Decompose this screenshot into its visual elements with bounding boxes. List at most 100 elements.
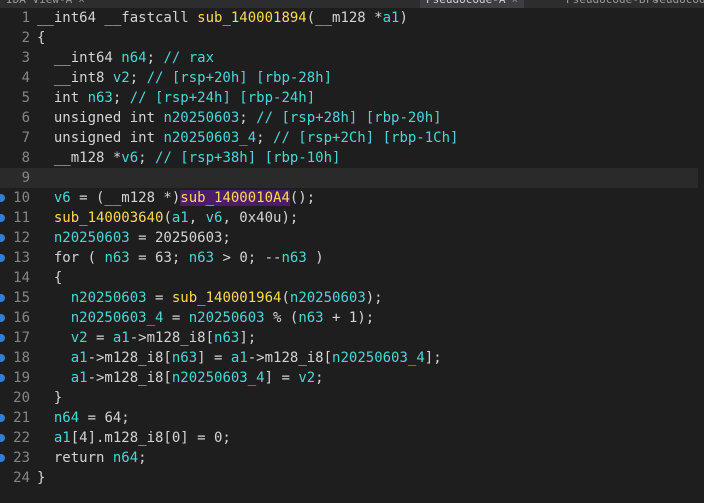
code-line[interactable]: 12 n20250603 = 20250603; (0, 228, 704, 248)
code-line[interactable]: 10 v6 = (__m128 *)sub_1400010A4(); (0, 188, 704, 208)
function-name[interactable]: sub_140003640 (54, 210, 164, 226)
code-line[interactable]: 1 __int64 __fastcall sub_140001894(__m128… (0, 8, 704, 28)
code-line[interactable]: 3 __int64 n64; // rax (0, 48, 704, 68)
code-token: ; (112, 90, 130, 106)
code-line[interactable]: 11 sub_140003640(a1, v6, 0x40u); (0, 208, 704, 228)
variable-name[interactable]: a1 (172, 210, 189, 226)
variable-name[interactable]: n20250603 (163, 110, 239, 126)
code-line[interactable]: 22 a1[4].m128_i8[0] = 0; (0, 428, 704, 448)
variable-name[interactable]: n20250603 (71, 290, 147, 306)
variable-name[interactable]: n20250603_4 (71, 310, 164, 326)
code-line[interactable]: 9 (0, 168, 704, 188)
code-token: { (37, 270, 63, 286)
code-text: { (37, 28, 45, 48)
variable-name[interactable]: n20250603_4 (163, 130, 256, 146)
variable-name[interactable]: a1 (54, 430, 71, 446)
code-token: ( (163, 210, 172, 226)
variable-name[interactable]: v2 (71, 330, 88, 346)
line-number: 12 (13, 230, 30, 246)
tab-ida-view-a[interactable]: IDA View-A × (0, 0, 91, 8)
variable-name[interactable]: v6 (54, 190, 71, 206)
line-number: 18 (13, 350, 30, 366)
variable-name[interactable]: n20250603_4 (332, 350, 425, 366)
code-token: ] = (197, 350, 231, 366)
code-line[interactable]: 18 a1->m128_i8[n63] = a1->m128_i8[n20250… (0, 348, 704, 368)
close-icon[interactable]: × (78, 0, 85, 6)
function-name[interactable]: sub_140001894 (197, 10, 307, 26)
variable-name[interactable]: n20250603 (189, 310, 265, 326)
line-number: 5 (21, 90, 30, 106)
vertical-scrollbar[interactable] (698, 8, 704, 503)
code-line[interactable]: 2{ (0, 28, 704, 48)
variable-name[interactable]: v6 (206, 210, 223, 226)
code-token: ->m128_i8[ (87, 370, 172, 386)
code-line[interactable]: 8 __m128 *v6; // [rsp+38h] [rbp-10h] (0, 148, 704, 168)
variable-name[interactable]: n20250603 (290, 290, 366, 306)
code-token: ] = (264, 370, 299, 386)
variable-name[interactable]: n64 (113, 450, 138, 466)
code-line[interactable]: 17 v2 = a1->m128_i8[n63]; (0, 328, 704, 348)
variable-name[interactable]: n63 (88, 90, 113, 106)
code-line[interactable]: 23 return n64; (0, 448, 704, 468)
code-line[interactable]: 19 a1->m128_i8[n20250603_4] = v2; (0, 368, 704, 388)
line-number: 13 (13, 250, 30, 266)
code-comment: // [rsp+20h] [rbp-28h] (146, 70, 333, 86)
variable-name[interactable]: n20250603_4 (172, 370, 265, 386)
variable-name[interactable]: v2 (298, 370, 315, 386)
tab-pseudocode-a[interactable]: Pseudocode-A × (420, 0, 525, 8)
line-number: 20 (13, 390, 30, 406)
tab-label: IDA View-A (6, 0, 72, 6)
highlighted-function[interactable]: sub_1400010A4 (180, 190, 290, 206)
variable-name[interactable]: n63 (298, 310, 323, 326)
code-line[interactable]: 24} (0, 468, 704, 488)
variable-name[interactable]: n20250603 (54, 230, 130, 246)
code-line[interactable]: 14 { (0, 268, 704, 288)
variable-name[interactable]: a1 (231, 350, 248, 366)
code-token: (__m128 * (306, 10, 383, 26)
code-comment: // [rsp+38h] [rbp-10h] (155, 150, 341, 166)
line-number: 22 (13, 430, 30, 446)
tab-pseudocode-c[interactable]: Pseudocode-C× (640, 0, 704, 8)
variable-name[interactable]: n63 (281, 250, 306, 266)
tab-label: Pseudocode-A (426, 0, 505, 6)
variable-name[interactable]: n63 (214, 330, 239, 346)
line-number: 4 (21, 70, 30, 86)
code-line[interactable]: 21 n64 = 64; (0, 408, 704, 428)
variable-name[interactable]: v2 (113, 70, 130, 86)
line-number: 3 (21, 50, 30, 66)
variable-name[interactable]: n64 (54, 410, 79, 426)
tab-label: Pseudocode-B (566, 0, 645, 6)
code-token: + 1); (323, 310, 375, 326)
line-number: 8 (21, 150, 30, 166)
code-line[interactable]: 5 int n63; // [rsp+24h] [rbp-24h] (0, 88, 704, 108)
code-line[interactable]: 15 n20250603 = sub_140001964(n20250603); (0, 288, 704, 308)
code-token: ) (399, 10, 408, 26)
variable-name[interactable]: a1 (383, 10, 400, 26)
code-line[interactable]: 20 } (0, 388, 704, 408)
function-name[interactable]: sub_140001964 (172, 290, 282, 306)
code-token: = (146, 290, 172, 306)
code-line[interactable]: 16 n20250603_4 = n20250603 % (n63 + 1); (0, 308, 704, 328)
code-token: { (37, 30, 46, 46)
line-number: 17 (13, 330, 30, 346)
code-line[interactable]: 7 unsigned int n20250603_4; // [rsp+2Ch]… (0, 128, 704, 148)
code-token: __int8 (37, 70, 113, 86)
variable-name[interactable]: a1 (71, 370, 88, 386)
variable-name[interactable]: n63 (104, 250, 129, 266)
pseudocode-view[interactable]: 1 __int64 __fastcall sub_140001894(__m128… (0, 8, 704, 503)
variable-name[interactable]: v6 (121, 150, 138, 166)
variable-name[interactable]: a1 (71, 350, 88, 366)
variable-name[interactable]: n64 (121, 50, 146, 66)
close-icon[interactable]: × (511, 0, 518, 6)
variable-name[interactable]: n63 (189, 250, 214, 266)
code-text: } (37, 388, 62, 408)
code-line[interactable]: 4 __int8 v2; // [rsp+20h] [rbp-28h] (0, 68, 704, 88)
code-line[interactable]: 6 unsigned int n20250603; // [rsp+28h] [… (0, 108, 704, 128)
line-number: 9 (21, 170, 30, 186)
variable-name[interactable]: n63 (172, 350, 197, 366)
code-token: , (188, 210, 206, 226)
variable-name[interactable]: a1 (113, 330, 130, 346)
code-line[interactable]: 13 for ( n63 = 63; n63 > 0; --n63 ) (0, 248, 704, 268)
